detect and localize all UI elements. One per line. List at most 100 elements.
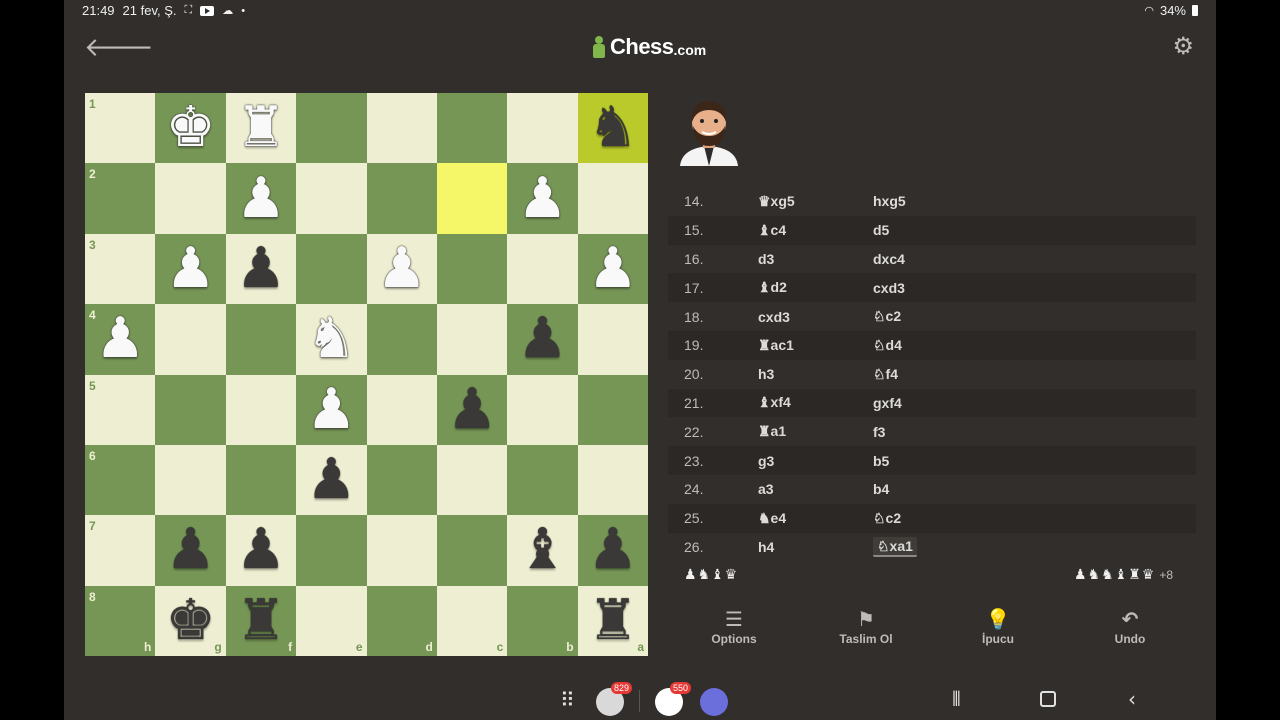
black-move[interactable]: dxc4 bbox=[873, 251, 1073, 267]
board-square[interactable]: ♟ bbox=[507, 163, 578, 234]
board-square[interactable]: 8h bbox=[85, 585, 156, 656]
white-move[interactable]: h3 bbox=[758, 366, 873, 382]
board-square[interactable] bbox=[436, 515, 508, 586]
board-square[interactable] bbox=[366, 444, 437, 516]
board-square[interactable]: ♟ bbox=[507, 304, 578, 375]
white-move[interactable]: ♝c4 bbox=[758, 222, 873, 239]
board-square[interactable] bbox=[366, 93, 437, 164]
youtube-app-icon[interactable]: 550 bbox=[655, 682, 691, 716]
board-square[interactable]: ♟ bbox=[436, 374, 508, 445]
board-square[interactable]: 1 bbox=[85, 93, 156, 164]
white-pawn-piece[interactable]: ♟ bbox=[588, 240, 638, 297]
board-square[interactable]: ♟ bbox=[366, 233, 437, 305]
folder-app-icon[interactable]: 829 bbox=[596, 682, 632, 716]
board-square[interactable]: e bbox=[296, 585, 367, 656]
board-square[interactable]: ♟ bbox=[225, 163, 297, 234]
black-bishop-piece[interactable]: ♝ bbox=[517, 522, 567, 578]
board-square[interactable] bbox=[436, 93, 508, 164]
options-button[interactable]: ☰ Options bbox=[668, 608, 800, 658]
board-square[interactable] bbox=[366, 163, 437, 234]
black-move[interactable]: ♘c2 bbox=[873, 510, 1073, 527]
board-square[interactable] bbox=[155, 444, 226, 516]
white-pawn-piece[interactable]: ♟ bbox=[95, 311, 145, 367]
black-pawn-piece[interactable]: ♟ bbox=[165, 522, 215, 578]
black-pawn-piece[interactable]: ♟ bbox=[236, 522, 286, 578]
board-square[interactable]: ♝ bbox=[507, 515, 578, 586]
board-square[interactable]: ♟ bbox=[296, 374, 367, 445]
board-square[interactable]: ♟ bbox=[155, 515, 226, 586]
board-square[interactable]: ♟ bbox=[577, 515, 648, 586]
black-move[interactable]: ♘d4 bbox=[873, 337, 1073, 354]
board-square[interactable] bbox=[225, 374, 297, 445]
board-square[interactable]: 4 ♟ bbox=[85, 304, 156, 375]
white-pawn-piece[interactable]: ♟ bbox=[517, 170, 567, 227]
black-pawn-piece[interactable]: ♟ bbox=[236, 240, 286, 297]
board-square[interactable] bbox=[366, 304, 437, 375]
white-move[interactable]: ♝xf4 bbox=[758, 394, 873, 411]
board-square[interactable] bbox=[436, 163, 508, 234]
white-pawn-piece[interactable]: ♟ bbox=[377, 240, 427, 297]
white-move[interactable]: g3 bbox=[758, 453, 873, 469]
move-list[interactable]: 14. ♛xg5 hxg5 15. ♝c4 d5 16. d3 dxc4 17. ♝d2 cxd3 18… bbox=[668, 187, 1196, 563]
board-square[interactable] bbox=[225, 304, 297, 375]
black-rook-piece[interactable]: ♜ bbox=[236, 592, 286, 649]
black-move[interactable]: b4 bbox=[873, 481, 1073, 497]
board-square[interactable]: ♞ bbox=[577, 93, 648, 164]
recents-icon[interactable]: ⦀ bbox=[952, 688, 961, 710]
white-move[interactable]: ♛xg5 bbox=[758, 193, 873, 210]
black-move[interactable]: ♘f4 bbox=[873, 366, 1073, 383]
white-pawn-piece[interactable]: ♟ bbox=[306, 381, 356, 438]
hint-button[interactable]: 💡 İpucu bbox=[932, 608, 1064, 658]
board-square[interactable]: 6 bbox=[85, 444, 156, 516]
home-icon[interactable] bbox=[1040, 691, 1056, 707]
board-square[interactable]: ♟ bbox=[296, 444, 367, 516]
board-square[interactable] bbox=[155, 163, 226, 234]
resign-button[interactable]: ⚑ Taslim Ol bbox=[800, 608, 932, 658]
board-square[interactable]: 7 bbox=[85, 515, 156, 586]
board-square[interactable]: ♟ bbox=[155, 233, 226, 305]
board-square[interactable]: ♚ bbox=[155, 93, 226, 164]
black-rook-piece[interactable]: ♜ bbox=[588, 592, 638, 649]
black-move[interactable]: cxd3 bbox=[873, 280, 1073, 296]
white-move[interactable]: cxd3 bbox=[758, 309, 873, 325]
board-square[interactable]: 2 bbox=[85, 163, 156, 234]
white-move[interactable]: d3 bbox=[758, 251, 873, 267]
black-move[interactable]: f3 bbox=[873, 424, 1073, 440]
board-square[interactable] bbox=[577, 304, 648, 375]
board-square[interactable] bbox=[296, 93, 367, 164]
board-square[interactable]: ♟ bbox=[225, 233, 297, 305]
board-square[interactable]: b bbox=[507, 585, 578, 656]
undo-button[interactable]: ↶ Undo bbox=[1064, 608, 1196, 658]
board-square[interactable] bbox=[296, 163, 367, 234]
white-rook-piece[interactable]: ♜ bbox=[236, 100, 286, 156]
back-nav-icon[interactable]: ‹ bbox=[1128, 688, 1136, 710]
black-pawn-piece[interactable]: ♟ bbox=[306, 452, 356, 508]
black-pawn-piece[interactable]: ♟ bbox=[517, 311, 567, 367]
white-move[interactable]: ♝d2 bbox=[758, 279, 873, 296]
board-square[interactable] bbox=[155, 304, 226, 375]
white-king-piece[interactable]: ♚ bbox=[165, 100, 215, 156]
board-square[interactable] bbox=[366, 374, 437, 445]
black-move[interactable]: gxf4 bbox=[873, 395, 1073, 411]
white-move[interactable]: ♜a1 bbox=[758, 423, 873, 440]
white-move[interactable]: ♜ac1 bbox=[758, 337, 873, 354]
board-square[interactable]: ♞ bbox=[296, 304, 367, 375]
board-square[interactable]: g ♚ bbox=[155, 585, 226, 656]
board-square[interactable] bbox=[155, 374, 226, 445]
board-square[interactable]: a ♜ bbox=[577, 585, 648, 656]
board-square[interactable] bbox=[507, 233, 578, 305]
black-pawn-piece[interactable]: ♟ bbox=[588, 522, 638, 578]
board-square[interactable]: c bbox=[436, 585, 508, 656]
white-move[interactable]: ♞e4 bbox=[758, 510, 873, 527]
black-move[interactable]: b5 bbox=[873, 453, 1073, 469]
board-square[interactable] bbox=[577, 163, 648, 234]
chess-board[interactable]: 1 ♚ ♜ ♞ 2 ♟ ♟ 3 ♟ ♟ ♟ ♟ 4 ♟ ♞ ♟ 5 ♟ ♟ 6 ♟ 7 ♟ ♟ ♝ ♟ 8 h g ♚ f ♜ e d c b a ♜ bbox=[85, 93, 648, 656]
board-square[interactable] bbox=[225, 444, 297, 516]
board-square[interactable]: 3 bbox=[85, 233, 156, 305]
board-square[interactable]: ♟ bbox=[577, 233, 648, 305]
board-square[interactable]: ♜ bbox=[225, 93, 297, 164]
board-square[interactable] bbox=[577, 444, 648, 516]
bot-avatar[interactable] bbox=[676, 96, 742, 166]
board-square[interactable] bbox=[507, 374, 578, 445]
app-drawer-icon[interactable]: ⠿ bbox=[560, 688, 575, 712]
